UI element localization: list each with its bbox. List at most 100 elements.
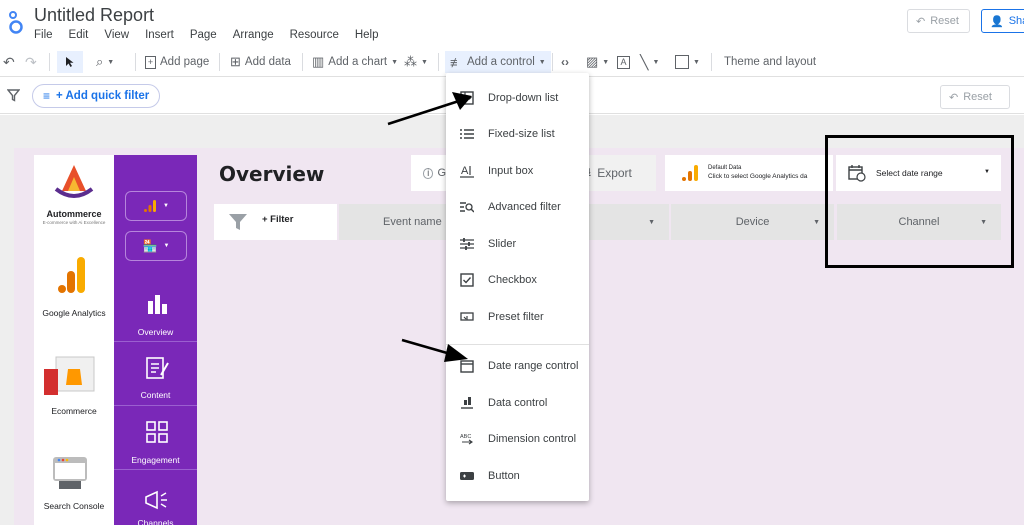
toolbar-divider (552, 53, 553, 71)
looker-studio-logo-icon (9, 11, 23, 34)
zoom-button[interactable]: ⌕ ▼ (96, 51, 114, 73)
community-viz-button[interactable]: ⁂ ▼ (404, 51, 428, 73)
chevron-down-icon: ▼ (652, 58, 660, 66)
share-button[interactable]: 👤 Sha (981, 9, 1024, 33)
input-box-icon: A (459, 163, 475, 179)
rectangle-icon (675, 55, 689, 69)
menu-item-checkbox[interactable]: Checkbox (446, 265, 589, 295)
add-data-button[interactable]: ⊞ Add data (230, 51, 291, 73)
line-button[interactable]: ╲ ▼ (640, 51, 659, 73)
store-icon: 🏪 (142, 239, 158, 253)
menu-item-dimension-control[interactable]: ABC Dimension control (446, 424, 589, 454)
menu-help[interactable]: Help (355, 29, 379, 41)
export-button[interactable]: ⭳ Export (585, 155, 656, 191)
redo-icon: ↷ (25, 53, 37, 70)
side-item-google-analytics[interactable]: Google Analytics (34, 308, 114, 318)
undo-icon: ↶ (3, 53, 15, 70)
add-page-button[interactable]: + Add page (145, 51, 209, 73)
undo-icon: ↶ (949, 91, 959, 104)
add-person-icon: 👤 (990, 15, 1004, 28)
redo-button[interactable]: ↷ (25, 51, 37, 73)
title-bar: Untitled Report File Edit View Insert Pa… (0, 0, 1024, 46)
menu-item-data-control[interactable]: Data control (446, 388, 589, 418)
nav-item-engagement[interactable]: Engagement (114, 455, 197, 465)
nav-item-content[interactable]: Content (114, 390, 197, 400)
menu-insert[interactable]: Insert (145, 29, 174, 41)
menu-view[interactable]: View (104, 29, 129, 41)
menu-page[interactable]: Page (190, 29, 217, 41)
zoom-icon: ⌕ (96, 54, 104, 69)
add-page-icon: + (145, 55, 156, 69)
text-button[interactable]: A (617, 51, 630, 73)
add-control-button[interactable]: ≢ Add a control ▼ (445, 51, 551, 73)
add-quick-filter-button[interactable]: ≡ + Add quick filter (32, 84, 161, 108)
image-button[interactable]: ▨ ▼ (586, 51, 609, 73)
menu-edit[interactable]: Edit (69, 29, 89, 41)
nav-item-overview[interactable]: Overview (114, 327, 197, 337)
menu-item-preset-filter[interactable]: Preset filter (446, 302, 589, 332)
community-viz-icon: ⁂ (404, 54, 417, 69)
brand-tagline: E-commerce with Ai Excellence (42, 220, 106, 225)
menu-item-slider[interactable]: Slider (446, 229, 589, 259)
toolbar-divider (219, 53, 220, 71)
preset-filter-icon (459, 309, 475, 325)
image-icon: ▨ (586, 54, 599, 69)
svg-text:A: A (461, 165, 469, 177)
data-source-subtitle: Click to select Google Analytics da (708, 173, 808, 180)
annotation-arrow-icon (387, 92, 472, 126)
brand-name: Autommerce (46, 209, 102, 219)
checkbox-icon (459, 272, 475, 288)
svg-text:ABC: ABC (460, 434, 471, 440)
add-chart-icon: ▥ (312, 54, 325, 69)
info-control[interactable]: i G (411, 155, 446, 191)
cursor-icon (66, 57, 74, 67)
theme-layout-button[interactable]: Theme and layout (724, 51, 816, 73)
add-data-icon: ⊞ (230, 54, 241, 69)
chevron-down-icon: ▼ (648, 218, 655, 226)
device-dropdown[interactable]: Device ▼ (671, 204, 834, 240)
chevron-down-icon: ▼ (391, 58, 399, 66)
undo-icon: ↶ (916, 15, 926, 28)
add-chart-button[interactable]: ▥ Add a chart ▼ (312, 51, 398, 73)
embed-code-button[interactable]: ‹› (561, 51, 569, 73)
reset-button[interactable]: ↶ Reset (907, 9, 970, 33)
menu-file[interactable]: File (34, 29, 53, 41)
data-source-control[interactable]: Default Data Click to select Google Anal… (665, 155, 833, 191)
google-analytics-icon (58, 257, 85, 293)
list-icon (459, 126, 475, 142)
menu-bar: File Edit View Insert Page Arrange Resou… (34, 29, 395, 41)
line-icon: ╲ (640, 53, 649, 70)
toolbar-divider (438, 53, 439, 71)
menu-item-input-box[interactable]: A Input box (446, 156, 589, 186)
store-selector[interactable]: 🏪 ▼ (125, 231, 187, 261)
analytics-source-selector[interactable]: ▼ (125, 191, 187, 221)
filter-icon[interactable] (7, 89, 20, 102)
menu-item-button[interactable]: Button (446, 461, 589, 491)
advanced-filter-icon (459, 199, 475, 215)
side-item-search-console[interactable]: Search Console (34, 501, 114, 511)
search-console-icon (53, 457, 87, 489)
code-icon: ‹› (561, 55, 569, 69)
toolbar-divider (135, 53, 136, 71)
select-tool-button[interactable] (57, 51, 83, 73)
page-title: Overview (219, 162, 325, 186)
filter-reset-button[interactable]: ↶ Reset (940, 85, 1010, 109)
nav-divider (114, 341, 197, 342)
menu-resource[interactable]: Resource (290, 29, 339, 41)
menu-item-advanced-filter[interactable]: Advanced filter (446, 192, 589, 222)
toolbar-divider (711, 53, 712, 71)
shape-button[interactable]: ▼ (675, 51, 700, 73)
undo-button[interactable]: ↶ (3, 51, 15, 73)
report-title[interactable]: Untitled Report (34, 5, 154, 26)
data-control-icon (459, 395, 475, 411)
info-icon: i (423, 167, 434, 179)
side-item-ecommerce[interactable]: Ecommerce (34, 406, 114, 416)
text-box-icon: A (617, 55, 630, 69)
filter-control[interactable]: + Filter (214, 204, 337, 240)
toolbar-divider (49, 53, 50, 71)
chevron-down-icon: ▼ (163, 243, 170, 249)
button-icon (459, 468, 475, 484)
nav-item-channels[interactable]: Channels (114, 518, 197, 528)
menu-arrange[interactable]: Arrange (233, 29, 274, 41)
chevron-down-icon: ▼ (538, 58, 546, 66)
